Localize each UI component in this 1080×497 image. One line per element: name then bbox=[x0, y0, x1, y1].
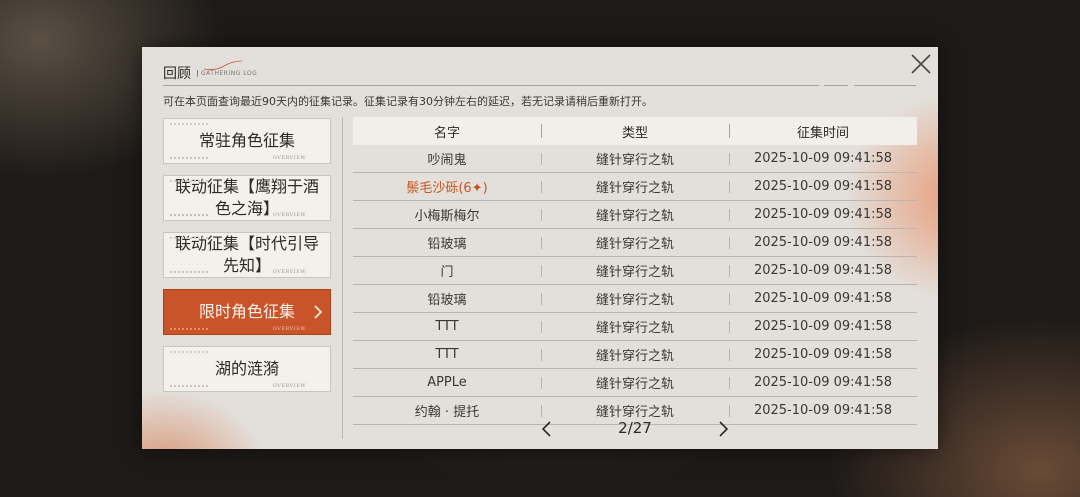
record-type: 缝针穿行之轨 bbox=[595, 153, 674, 168]
column-header-type: 类型 bbox=[621, 125, 648, 141]
record-name: TTT bbox=[435, 319, 459, 334]
column-separator bbox=[729, 377, 730, 389]
category-overview-tag: OVERVIEW bbox=[272, 326, 306, 332]
chevron-right-icon bbox=[314, 305, 323, 319]
card-hatch-decoration bbox=[170, 180, 210, 182]
category-label: 限时角色征集 bbox=[198, 302, 295, 321]
card-hatch-decoration bbox=[170, 157, 210, 159]
record-name: 小梅斯梅尔 bbox=[414, 209, 480, 224]
sidebar-divider bbox=[342, 117, 343, 439]
category-overview-tag: OVERVIEW bbox=[272, 155, 306, 161]
record-time: 2025-10-09 09:41:58 bbox=[753, 179, 893, 194]
card-hatch-decoration bbox=[170, 328, 210, 330]
column-separator bbox=[541, 265, 542, 277]
table-row: 门 缝针穿行之轨 2025-10-09 09:41:58 bbox=[353, 257, 917, 285]
record-name: 吵闹鬼 bbox=[427, 153, 467, 168]
column-separator bbox=[541, 349, 542, 361]
notice-text: 可在本页面查询最近90天内的征集记录。征集记录有30分钟左右的延迟，若无记录请稍… bbox=[163, 95, 653, 108]
record-type: 缝针穿行之轨 bbox=[595, 377, 674, 392]
header-divider-segment bbox=[824, 85, 848, 86]
record-name: 铅玻璃 bbox=[427, 293, 467, 308]
gacha-history-dialog: 回顾 GATHERING LOG 可在本页面查询最近90天内的征集记录。征集记录… bbox=[142, 47, 938, 449]
record-name: 鬃毛沙砾(6✦) bbox=[406, 181, 488, 196]
table-header: 名字 类型 征集时间 bbox=[353, 117, 917, 145]
card-hatch-decoration bbox=[170, 351, 210, 353]
record-type: 缝针穿行之轨 bbox=[595, 293, 674, 308]
column-separator bbox=[541, 237, 542, 249]
record-name: TTT bbox=[435, 347, 459, 362]
chevron-right-icon[interactable] bbox=[715, 420, 731, 438]
column-separator bbox=[729, 293, 730, 305]
column-separator bbox=[729, 265, 730, 277]
card-hatch-decoration bbox=[170, 214, 210, 216]
record-type: 缝针穿行之轨 bbox=[595, 181, 674, 196]
record-time: 2025-10-09 09:41:58 bbox=[753, 375, 893, 390]
record-time: 2025-10-09 09:41:58 bbox=[753, 263, 893, 278]
card-hatch-decoration bbox=[170, 123, 210, 125]
column-separator bbox=[541, 293, 542, 305]
column-separator bbox=[729, 349, 730, 361]
table-row: 小梅斯梅尔 缝针穿行之轨 2025-10-09 09:41:58 bbox=[353, 201, 917, 229]
header-divider bbox=[163, 85, 819, 86]
table-row: 吵闹鬼 缝针穿行之轨 2025-10-09 09:41:58 bbox=[353, 145, 917, 173]
column-separator bbox=[729, 321, 730, 333]
title-swoosh-decoration bbox=[203, 60, 243, 70]
category-label: 常驻角色征集 bbox=[198, 131, 295, 150]
close-icon[interactable] bbox=[908, 51, 934, 77]
category-button-standard[interactable]: 常驻角色征集 OVERVIEW bbox=[163, 118, 331, 164]
column-header-name: 名字 bbox=[433, 125, 460, 141]
page-indicator: 2/27 bbox=[618, 419, 652, 437]
record-time: 2025-10-09 09:41:58 bbox=[753, 207, 893, 222]
category-overview-tag: OVERVIEW bbox=[272, 383, 306, 389]
record-name: APPLe bbox=[427, 375, 467, 390]
card-hatch-decoration bbox=[170, 271, 210, 273]
column-separator bbox=[541, 209, 542, 221]
table-row: 铅玻璃 缝针穿行之轨 2025-10-09 09:41:58 bbox=[353, 229, 917, 257]
column-separator bbox=[729, 181, 730, 193]
dialog-title: 回顾 bbox=[163, 66, 191, 82]
category-button-lake-ripples[interactable]: 湖的涟漪 OVERVIEW bbox=[163, 346, 331, 392]
column-separator bbox=[541, 124, 542, 138]
column-separator bbox=[541, 181, 542, 193]
record-time: 2025-10-09 09:41:58 bbox=[753, 291, 893, 306]
card-hatch-decoration bbox=[170, 237, 210, 239]
record-time: 2025-10-09 09:41:58 bbox=[753, 235, 893, 250]
record-type: 缝针穿行之轨 bbox=[595, 349, 674, 364]
pagination: 2/27 bbox=[353, 415, 917, 443]
record-time: 2025-10-09 09:41:58 bbox=[753, 151, 893, 166]
record-type: 缝针穿行之轨 bbox=[595, 265, 674, 280]
history-table: 名字 类型 征集时间 吵闹鬼 缝针穿行之轨 2025-10-09 09:41:58 鬃… bbox=[353, 117, 917, 425]
record-type: 缝针穿行之轨 bbox=[595, 237, 674, 252]
category-label: 湖的涟漪 bbox=[214, 359, 279, 378]
record-type: 缝针穿行之轨 bbox=[595, 209, 674, 224]
header-divider-segment bbox=[854, 85, 916, 86]
table-body: 吵闹鬼 缝针穿行之轨 2025-10-09 09:41:58 鬃毛沙砾(6✦) 缝针穿行… bbox=[353, 145, 917, 425]
table-row: TTT 缝针穿行之轨 2025-10-09 09:41:58 bbox=[353, 341, 917, 369]
column-separator bbox=[541, 153, 542, 165]
column-separator bbox=[729, 209, 730, 221]
category-overview-tag: OVERVIEW bbox=[272, 269, 306, 275]
category-button-limited[interactable]: 限时角色征集 OVERVIEW bbox=[163, 289, 331, 335]
column-separator bbox=[541, 321, 542, 333]
category-button-collab-2[interactable]: 联动征集【时代引导先知】 OVERVIEW bbox=[163, 232, 331, 278]
column-separator bbox=[729, 124, 730, 138]
record-time: 2025-10-09 09:41:58 bbox=[753, 319, 893, 334]
column-header-time: 征集时间 bbox=[796, 125, 849, 141]
record-time: 2025-10-09 09:41:58 bbox=[753, 347, 893, 362]
column-separator bbox=[729, 153, 730, 165]
category-button-collab-1[interactable]: 联动征集【鹰翔于酒色之海】 OVERVIEW bbox=[163, 175, 331, 221]
record-type: 缝针穿行之轨 bbox=[595, 321, 674, 336]
category-overview-tag: OVERVIEW bbox=[272, 212, 306, 218]
table-row: APPLe 缝针穿行之轨 2025-10-09 09:41:58 bbox=[353, 369, 917, 397]
column-separator bbox=[729, 237, 730, 249]
table-row: 鬃毛沙砾(6✦) 缝针穿行之轨 2025-10-09 09:41:58 bbox=[353, 173, 917, 201]
record-name: 铅玻璃 bbox=[427, 237, 467, 252]
record-name: 门 bbox=[440, 265, 454, 280]
card-hatch-decoration bbox=[170, 385, 210, 387]
table-row: 铅玻璃 缝针穿行之轨 2025-10-09 09:41:58 bbox=[353, 285, 917, 313]
column-separator bbox=[541, 377, 542, 389]
table-row: TTT 缝针穿行之轨 2025-10-09 09:41:58 bbox=[353, 313, 917, 341]
